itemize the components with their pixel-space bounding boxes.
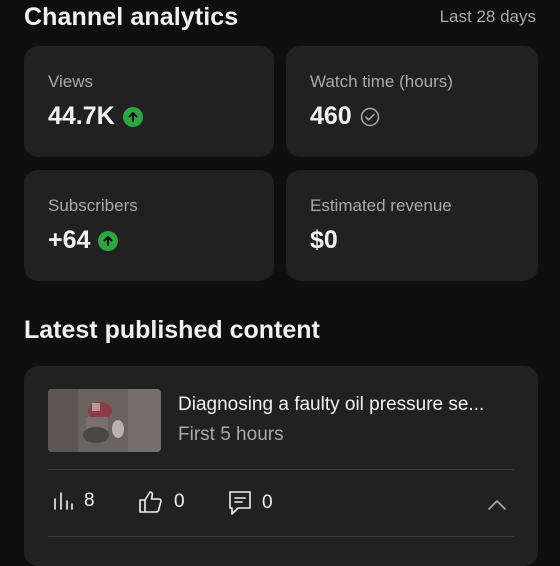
views-label: Views: [48, 72, 94, 91]
check-circle-icon: [360, 107, 380, 127]
up-arrow-icon: [122, 106, 143, 127]
bar-chart-icon: [54, 492, 73, 510]
comments-stat: 0: [228, 490, 273, 516]
video-thumbnail[interactable]: [48, 389, 161, 452]
likes-count: 0: [174, 491, 185, 512]
revenue-value: $0: [310, 226, 338, 254]
date-range-selector[interactable]: Last 28 days: [440, 7, 536, 27]
subscribers-card[interactable]: Subscribers +64: [24, 170, 274, 281]
chevron-up-icon[interactable]: [486, 494, 508, 516]
comments-count: 0: [262, 492, 273, 513]
latest-content-card: Diagnosing a faulty oil pressure se... F…: [24, 366, 538, 566]
divider: [48, 536, 514, 537]
subscribers-label: Subscribers: [48, 196, 138, 215]
views-card[interactable]: Views 44.7K: [24, 46, 274, 157]
views-stat: 8: [52, 490, 95, 512]
divider: [48, 469, 514, 470]
watch-time-value: 460: [310, 102, 352, 130]
page-title: Channel analytics: [24, 2, 239, 31]
revenue-label: Estimated revenue: [310, 196, 452, 215]
views-value-row: 44.7K: [48, 102, 143, 131]
subscribers-value-row: +64: [48, 226, 119, 255]
revenue-value-row: $0: [310, 226, 338, 255]
analytics-header: Channel analytics Last 28 days: [24, 0, 536, 34]
thumbs-up-icon: [139, 491, 162, 513]
likes-stat: 0: [138, 490, 185, 514]
watch-time-value-row: 460: [310, 102, 380, 131]
video-timeframe: First 5 hours: [178, 424, 284, 445]
watch-time-label: Watch time (hours): [310, 72, 453, 91]
video-title[interactable]: Diagnosing a faulty oil pressure se...: [178, 394, 484, 416]
views-count: 8: [84, 490, 95, 511]
views-value: 44.7K: [48, 102, 115, 130]
revenue-card[interactable]: Estimated revenue $0: [286, 170, 538, 281]
up-arrow-icon: [98, 230, 119, 251]
subscribers-value: +64: [48, 226, 91, 254]
watch-time-card[interactable]: Watch time (hours) 460: [286, 46, 538, 157]
section-title: Latest published content: [24, 316, 320, 344]
comment-icon: [229, 491, 251, 515]
